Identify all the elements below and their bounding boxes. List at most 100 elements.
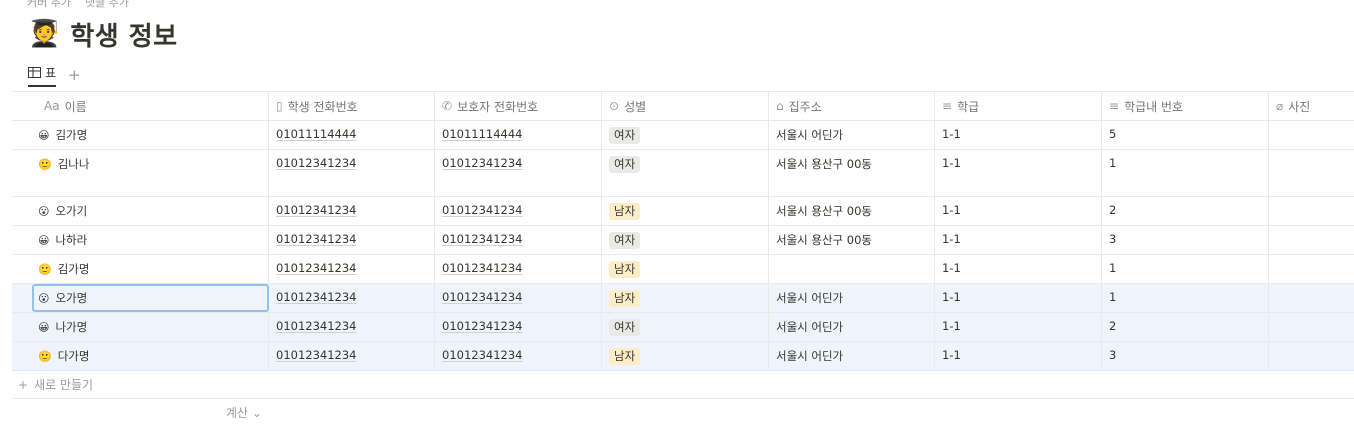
table-row[interactable]: 😀 김가명 01011114444 01011114444 여자 서울시 어딘가 1-1 5 (12, 121, 1354, 150)
column-header-gender[interactable]: ⊙ 성별 (602, 92, 769, 120)
phone-number[interactable]: 01012341234 (442, 232, 522, 246)
cell-photo[interactable] (1269, 150, 1354, 196)
cell-gender[interactable]: 여자 (602, 121, 769, 149)
cell-photo[interactable] (1269, 313, 1354, 341)
phone-number[interactable]: 01012341234 (276, 348, 356, 362)
column-header-name[interactable]: Aa 이름 (12, 92, 269, 120)
cell-number[interactable]: 1 (1102, 150, 1269, 196)
cell-class[interactable]: 1-1 (935, 197, 1102, 225)
phone-number[interactable]: 01012341234 (276, 290, 356, 304)
cell-name[interactable]: 🙂 다가명 (12, 342, 269, 370)
cell-name[interactable]: 🙂 김가명 (12, 255, 269, 283)
cell-address[interactable]: 서울시 어딘가 (769, 342, 935, 370)
cell-photo[interactable] (1269, 121, 1354, 149)
cell-address[interactable]: 서울시 용산구 00동 (769, 197, 935, 225)
cell-name[interactable]: 😀 나가명 (12, 313, 269, 341)
column-header-number[interactable]: ≡ 학급내 번호 (1102, 92, 1269, 120)
cell-parent-phone[interactable]: 01012341234 (435, 342, 602, 370)
column-header-student-phone[interactable]: ▯ 학생 전화번호 (269, 92, 435, 120)
phone-number[interactable]: 01011114444 (442, 127, 522, 141)
table-row[interactable]: 🙂 김가명 01012341234 01012341234 남자 1-1 1 (12, 255, 1354, 284)
phone-number[interactable]: 01012341234 (276, 156, 356, 170)
phone-number[interactable]: 01012341234 (442, 319, 522, 333)
cell-photo[interactable] (1269, 226, 1354, 254)
cell-class[interactable]: 1-1 (935, 150, 1102, 196)
cell-address[interactable]: 서울시 어딘가 (769, 284, 935, 312)
cell-photo[interactable] (1269, 197, 1354, 225)
table-row[interactable]: 😀 나가명 01012341234 01012341234 여자 서울시 어딘가 1-1 2 (12, 313, 1354, 342)
column-header-class[interactable]: ≡ 학급 (935, 92, 1102, 120)
cell-gender[interactable]: 남자 (602, 197, 769, 225)
add-cover-button[interactable]: 커버 추가 (27, 0, 71, 9)
phone-number[interactable]: 01012341234 (276, 319, 356, 333)
tab-table[interactable]: 표 (28, 64, 57, 87)
cell-gender[interactable]: 남자 (602, 255, 769, 283)
table-row[interactable]: 🙂 김나나 01012341234 01012341234 여자 서울시 용산구 00동 1… (12, 150, 1354, 197)
cell-parent-phone[interactable]: 01011114444 (435, 121, 602, 149)
cell-parent-phone[interactable]: 01012341234 (435, 197, 602, 225)
cell-parent-phone[interactable]: 01012341234 (435, 255, 602, 283)
cell-class[interactable]: 1-1 (935, 313, 1102, 341)
cell-student-phone[interactable]: 01012341234 (269, 150, 435, 196)
cell-student-phone[interactable]: 01012341234 (269, 255, 435, 283)
cell-parent-phone[interactable]: 01012341234 (435, 313, 602, 341)
cell-address[interactable] (769, 255, 935, 283)
cell-number[interactable]: 3 (1102, 342, 1269, 370)
cell-student-phone[interactable]: 01012341234 (269, 284, 435, 312)
cell-parent-phone[interactable]: 01012341234 (435, 226, 602, 254)
phone-number[interactable]: 01011114444 (276, 127, 356, 141)
table-row[interactable]: 😮 오가기 01012341234 01012341234 남자 서울시 용산구 00동 1… (12, 197, 1354, 226)
phone-number[interactable]: 01012341234 (276, 232, 356, 246)
page-title-text[interactable]: 학생 정보 (70, 16, 177, 53)
cell-number[interactable]: 2 (1102, 197, 1269, 225)
student-emoji-icon[interactable]: 🧑‍🎓 (28, 19, 60, 49)
column-header-photo[interactable]: ⌀ 사진 (1269, 92, 1354, 120)
cell-name[interactable]: 😀 나하라 (12, 226, 269, 254)
cell-name[interactable]: 😮 오가기 (12, 197, 269, 225)
new-row-button[interactable]: + 새로 만들기 (12, 371, 1354, 399)
table-row[interactable]: 😮 오가명 01012341234 01012341234 남자 서울시 어딘가 1-1 1 (12, 284, 1354, 313)
cell-gender[interactable]: 남자 (602, 284, 769, 312)
cell-number[interactable]: 1 (1102, 284, 1269, 312)
cell-number[interactable]: 3 (1102, 226, 1269, 254)
column-header-parent-phone[interactable]: ✆ 보호자 전화번호 (435, 92, 602, 120)
cell-name[interactable]: 😮 오가명 (32, 284, 269, 312)
cell-parent-phone[interactable]: 01012341234 (435, 284, 602, 312)
column-header-address[interactable]: ⌂ 집주소 (769, 92, 935, 120)
cell-class[interactable]: 1-1 (935, 226, 1102, 254)
phone-number[interactable]: 01012341234 (442, 348, 522, 362)
cell-photo[interactable] (1269, 255, 1354, 283)
cell-number[interactable]: 1 (1102, 255, 1269, 283)
cell-number[interactable]: 5 (1102, 121, 1269, 149)
cell-address[interactable]: 서울시 어딘가 (769, 121, 935, 149)
cell-student-phone[interactable]: 01012341234 (269, 313, 435, 341)
cell-photo[interactable] (1269, 284, 1354, 312)
add-view-icon[interactable]: + (68, 66, 81, 84)
cell-student-phone[interactable]: 01012341234 (269, 197, 435, 225)
cell-class[interactable]: 1-1 (935, 342, 1102, 370)
phone-number[interactable]: 01012341234 (276, 203, 356, 217)
cell-parent-phone[interactable]: 01012341234 (435, 150, 602, 196)
table-row[interactable]: 😀 나하라 01012341234 01012341234 여자 서울시 용산구 00동 1… (12, 226, 1354, 255)
cell-gender[interactable]: 여자 (602, 313, 769, 341)
cell-class[interactable]: 1-1 (935, 255, 1102, 283)
add-comment-button[interactable]: 댓글 추가 (85, 0, 129, 9)
cell-student-phone[interactable]: 01011114444 (269, 121, 435, 149)
table-row[interactable]: 🙂 다가명 01012341234 01012341234 남자 서울시 어딘가 1-1 3 (12, 342, 1354, 371)
cell-gender[interactable]: 여자 (602, 226, 769, 254)
cell-address[interactable]: 서울시 용산구 00동 (769, 150, 935, 196)
cell-gender[interactable]: 남자 (602, 342, 769, 370)
phone-number[interactable]: 01012341234 (276, 261, 356, 275)
cell-address[interactable]: 서울시 어딘가 (769, 313, 935, 341)
cell-student-phone[interactable]: 01012341234 (269, 226, 435, 254)
calculate-button[interactable]: 계산 ⌄ (226, 404, 262, 421)
cell-photo[interactable] (1269, 342, 1354, 370)
phone-number[interactable]: 01012341234 (442, 290, 522, 304)
cell-class[interactable]: 1-1 (935, 284, 1102, 312)
cell-name[interactable]: 🙂 김나나 (12, 150, 269, 196)
cell-class[interactable]: 1-1 (935, 121, 1102, 149)
cell-address[interactable]: 서울시 용산구 00동 (769, 226, 935, 254)
cell-name[interactable]: 😀 김가명 (12, 121, 269, 149)
cell-student-phone[interactable]: 01012341234 (269, 342, 435, 370)
phone-number[interactable]: 01012341234 (442, 156, 522, 170)
